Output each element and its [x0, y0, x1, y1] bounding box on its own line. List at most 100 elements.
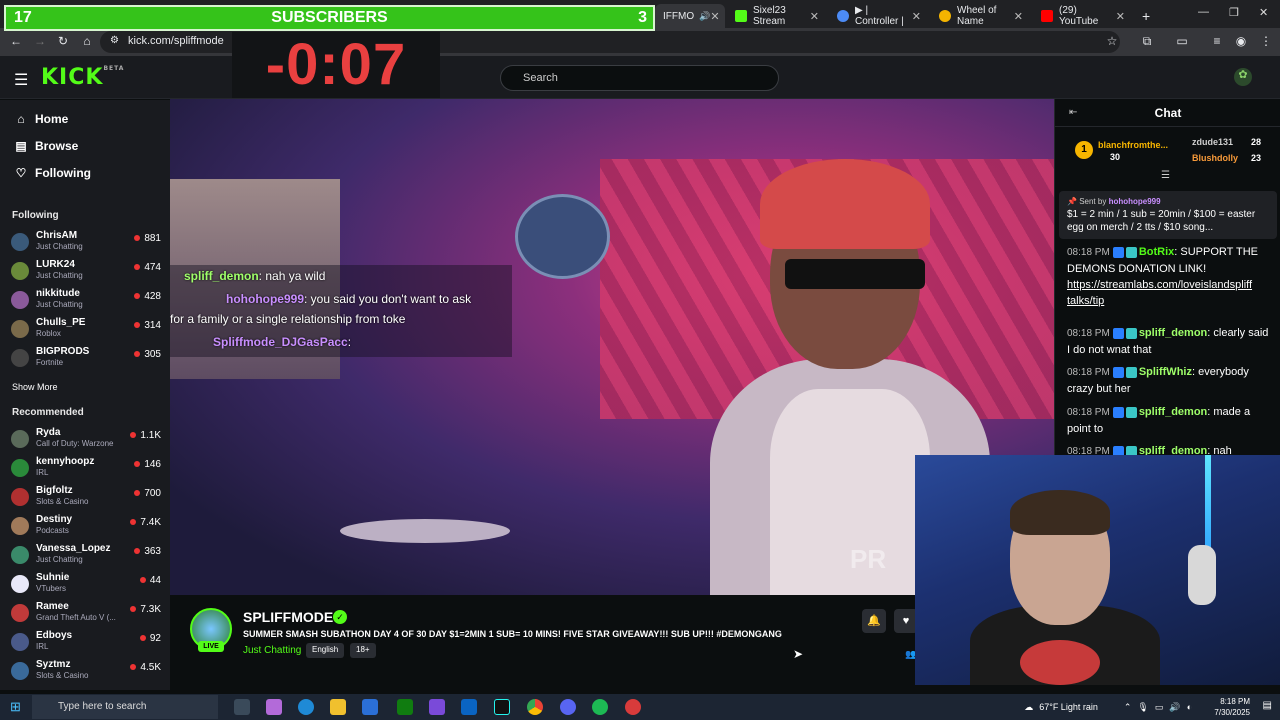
tab-wheel-of-names[interactable]: Wheel of Name ✕ [931, 4, 1031, 28]
overlay-chat-line: Spliffmode_DJGasPacc: [213, 335, 352, 349]
sidebar-item-following[interactable]: ♡ Following [12, 166, 91, 180]
channel-name: ChrisAM [36, 230, 78, 241]
tab-kick-spliffmode[interactable]: IFFMO 🔊 ✕ [655, 4, 725, 28]
message-time: 08:18 PM [1067, 367, 1110, 378]
hamburger-menu-icon[interactable]: ☰ [14, 70, 28, 90]
chat-username[interactable]: spliff_demon [1139, 327, 1207, 339]
channel-name: Ryda [36, 427, 61, 438]
sidebar-item-browse[interactable]: ▤ Browse [12, 139, 78, 153]
chat-message: 08:18 PM BotRix: SUPPORT THE DEMONS DONAT… [1067, 244, 1271, 309]
restore-icon[interactable]: ❐ [1229, 6, 1239, 19]
copilot-icon[interactable] [266, 699, 282, 715]
chat-username[interactable]: BotRix [1139, 246, 1174, 258]
media-controls-icon[interactable]: ≡ [1209, 34, 1225, 48]
taskbar-search-input[interactable]: Type here to search [32, 695, 218, 719]
edge-icon[interactable] [298, 699, 314, 715]
app-icon[interactable] [429, 699, 445, 715]
sidebar-channel-destiny[interactable]: Destiny Podcasts 7.4K [11, 513, 161, 541]
task-view-icon[interactable] [234, 699, 250, 715]
xbox-icon[interactable] [397, 699, 413, 715]
windows-start-icon[interactable]: ⊞ [10, 699, 21, 715]
stream-category[interactable]: Just Chatting [243, 645, 301, 656]
microphone-icon[interactable]: 🎙 [1137, 702, 1148, 713]
sidebar-channel-kennyhoopz[interactable]: kennyhoopz IRL 146 [11, 455, 161, 483]
volume-icon[interactable]: 🔊 [1169, 702, 1180, 713]
close-tab-icon[interactable]: ✕ [1014, 10, 1023, 23]
chat-username[interactable]: spliff_demon [1139, 406, 1207, 418]
viewer-count: 92 [140, 633, 161, 644]
notifications-icon[interactable]: ▤ [1263, 700, 1272, 711]
forward-icon[interactable]: → [32, 34, 48, 48]
viewer-count: 363 [134, 546, 161, 557]
network-icon[interactable]: ▭ [1155, 702, 1164, 713]
chat-link[interactable]: https://streamlabs.com/loveislandspliff … [1067, 279, 1252, 307]
tab-sixel23[interactable]: Sixel23 Stream ✕ [727, 4, 827, 28]
chrome-icon[interactable] [527, 699, 543, 715]
speaker-icon[interactable]: 🔊 [699, 11, 710, 22]
new-tab-button[interactable]: + [1134, 4, 1154, 28]
leaderboard-name[interactable]: zdude131 [1192, 137, 1233, 147]
channel-name[interactable]: SPLIFFMODE [243, 609, 333, 625]
sidebar-icon[interactable]: ▭ [1174, 34, 1190, 48]
sidebar-channel-ryda[interactable]: Ryda Call of Duty: Warzone 1.1K [11, 426, 161, 454]
close-tab-icon[interactable]: ✕ [710, 10, 719, 23]
tag-language[interactable]: English [306, 643, 345, 658]
file-explorer-icon[interactable] [330, 699, 346, 715]
viewer-count: 314 [134, 320, 161, 331]
sidebar-channel-chrisam[interactable]: ChrisAM Just Chatting 881 [11, 229, 161, 257]
pinned-message[interactable]: 📌 Sent by hohohope999 $1 = 2 min / 1 sub… [1059, 191, 1277, 239]
notification-bell-icon[interactable]: 🔔 [862, 609, 886, 633]
site-info-icon[interactable]: ⚙ [110, 35, 119, 46]
leaderboard-name[interactable]: Blushdolly [1192, 153, 1238, 163]
leaderboard-name[interactable]: blanchfromthe... [1098, 140, 1168, 150]
sidebar-channel-lurk24[interactable]: LURK24 Just Chatting 474 [11, 258, 161, 286]
close-tab-icon[interactable]: ✕ [912, 10, 921, 23]
reload-icon[interactable]: ↻ [55, 34, 71, 48]
close-tab-icon[interactable]: ✕ [810, 10, 819, 23]
weather-icon[interactable]: ☁ [1024, 702, 1033, 713]
subscriber-goal-bar: 17 SUBSCRIBERS 3 [4, 5, 655, 31]
sidebar-channel-chulls_pe[interactable]: Chulls_PE Roblox 314 [11, 316, 161, 344]
channel-avatar [11, 575, 29, 593]
close-tab-icon[interactable]: ✕ [1116, 10, 1125, 23]
sidebar-channel-edboys[interactable]: Edboys IRL 92 [11, 629, 161, 657]
close-window-icon[interactable]: ✕ [1259, 6, 1268, 19]
sidebar-channel-ramee[interactable]: Ramee Grand Theft Auto V (... 7.3K [11, 600, 161, 628]
minimize-icon[interactable]: — [1198, 6, 1209, 18]
sidebar-channel-syztmz[interactable]: Syztmz Slots & Casino 4.5K [11, 658, 161, 686]
chat-username[interactable]: SpliffWhiz [1139, 366, 1192, 378]
sidebar-item-home[interactable]: ⌂ Home [12, 112, 68, 126]
outlook-icon[interactable] [461, 699, 477, 715]
discord-icon[interactable] [560, 699, 576, 715]
spotify-icon[interactable] [592, 699, 608, 715]
back-icon[interactable]: ← [8, 34, 24, 48]
channel-category: Podcasts [36, 526, 69, 535]
search-input[interactable]: Search [500, 65, 779, 91]
weather-text[interactable]: 67°F Light rain [1039, 702, 1098, 712]
expand-leaderboard-icon[interactable]: ☰ [1161, 170, 1170, 181]
logo-beta: BETA [103, 65, 125, 72]
sidebar-channel-bigprods[interactable]: BIGPRODS Fortnite 305 [11, 345, 161, 373]
tab-controller[interactable]: ▶ | Controller | ✕ [829, 4, 929, 28]
user-avatar[interactable]: ✿ [1234, 68, 1252, 86]
sidebar-channel-nikkitude[interactable]: nikkitude Just Chatting 428 [11, 287, 161, 315]
extensions-icon[interactable]: ⧉ [1139, 34, 1155, 49]
subathon-timer: -0:07 [232, 32, 440, 98]
clock[interactable]: 8:18 PM 7/30/2025 [1214, 696, 1250, 718]
tab-youtube[interactable]: (29) YouTube ✕ [1033, 4, 1133, 28]
sidebar-channel-bigfoltz[interactable]: Bigfoltz Slots & Casino 700 [11, 484, 161, 512]
show-more-link[interactable]: Show More [12, 382, 58, 392]
sidebar-channel-vanessa_lopez[interactable]: Vanessa_Lopez Just Chatting 363 [11, 542, 161, 570]
home-icon[interactable]: ⌂ [79, 34, 95, 48]
sidebar-channel-suhnie[interactable]: Suhnie VTubers 44 [11, 571, 161, 599]
chevron-up-icon[interactable]: ⌃ [1124, 702, 1132, 713]
tag-mature[interactable]: 18+ [350, 643, 376, 658]
kick-logo[interactable]: KICKBETA [41, 65, 124, 90]
store-icon[interactable] [362, 699, 378, 715]
tiktok-icon[interactable] [494, 699, 510, 715]
profile-icon[interactable]: ◉ [1233, 34, 1249, 48]
language-icon[interactable]: ◐ [1187, 702, 1192, 712]
obs-icon[interactable] [625, 699, 641, 715]
bookmark-star-icon[interactable]: ☆ [1104, 34, 1120, 48]
menu-dots-icon[interactable]: ⋮ [1258, 34, 1274, 48]
